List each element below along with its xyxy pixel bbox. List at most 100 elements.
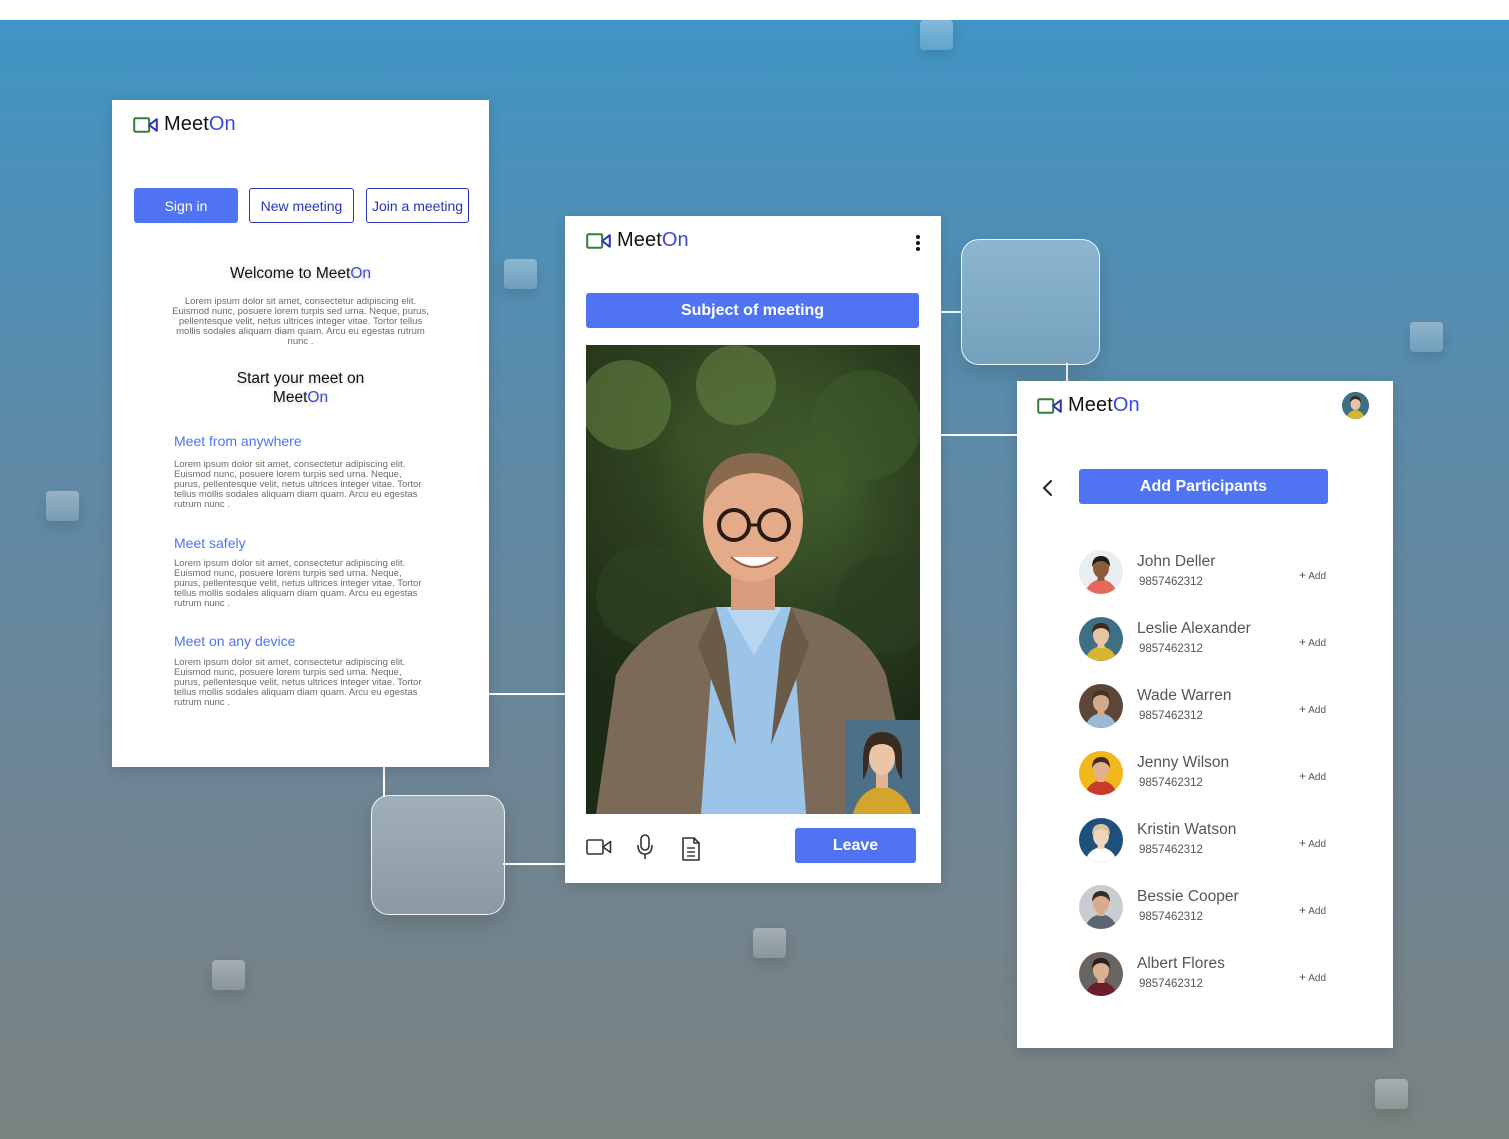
- participant-name: Kristin Watson: [1137, 821, 1237, 838]
- video-camera-logo-icon: [133, 116, 158, 133]
- participant-phone: 9857462312: [1139, 978, 1203, 990]
- meeting-subject-bar[interactable]: Subject of meeting: [586, 293, 919, 328]
- plus-icon: +: [1299, 903, 1307, 917]
- glass-panel: [371, 795, 505, 915]
- feature-title: Meet safely: [174, 535, 246, 551]
- connector-line: [383, 767, 385, 797]
- brand-name: MeetOn: [164, 113, 236, 135]
- plus-icon: +: [1299, 568, 1307, 582]
- decor-tile: [920, 20, 953, 50]
- participant-avatar-image: [1079, 684, 1123, 728]
- welcome-heading: Welcome to MeetOn: [229, 265, 371, 282]
- participant-phone: 9857462312: [1139, 844, 1203, 856]
- decor-tile: [1410, 322, 1443, 352]
- participant-name: Leslie Alexander: [1137, 620, 1251, 637]
- participant-avatar-image: [1079, 550, 1123, 594]
- plus-icon: +: [1299, 702, 1307, 716]
- participant-avatar: [1079, 751, 1123, 795]
- participant-avatar-image: [1079, 818, 1123, 862]
- meeting-screen: MeetOn Subject of meeting Leave: [565, 216, 941, 883]
- decor-tile: [504, 259, 537, 289]
- add-label: Add: [1308, 839, 1327, 850]
- feature-text: Lorem ipsum dolor sit amet, consectetur …: [174, 558, 422, 609]
- leave-button[interactable]: Leave: [795, 828, 916, 863]
- participant-avatar: [1079, 617, 1123, 661]
- participant-avatar: [1079, 952, 1123, 996]
- participant-phone: 9857462312: [1139, 576, 1203, 588]
- participant-row: Kristin Watson 9857462312 + Add: [1079, 818, 1339, 868]
- participant-avatar: [1079, 885, 1123, 929]
- participant-name: Jenny Wilson: [1137, 754, 1230, 771]
- brand-logo: MeetOn: [133, 113, 236, 136]
- self-video-image: [845, 720, 920, 814]
- feature-text: Lorem ipsum dolor sit amet, consectetur …: [174, 657, 422, 708]
- connector-line: [941, 434, 1017, 436]
- user-avatar[interactable]: [1342, 392, 1369, 419]
- feature-title: Meet from anywhere: [174, 433, 302, 449]
- connector-line: [489, 693, 565, 695]
- add-participant-button[interactable]: + Add: [1299, 836, 1326, 850]
- add-participant-button[interactable]: + Add: [1299, 769, 1326, 783]
- microphone-icon[interactable]: [636, 834, 654, 860]
- add-label: Add: [1308, 973, 1327, 984]
- participant-avatar: [1079, 684, 1123, 728]
- plus-icon: +: [1299, 970, 1307, 984]
- participant-phone: 9857462312: [1139, 777, 1203, 789]
- participant-row: Bessie Cooper 9857462312 + Add: [1079, 885, 1339, 935]
- decor-tile: [1375, 1079, 1408, 1109]
- welcome-text: Lorem ipsum dolor sit amet, consectetur …: [172, 296, 429, 347]
- participant-avatar-image: [1079, 751, 1123, 795]
- main-video-feed: [586, 345, 920, 814]
- brand-logo: MeetOn: [1037, 394, 1140, 417]
- decor-tile: [753, 928, 786, 958]
- participant-row: John Deller 9857462312 + Add: [1079, 550, 1339, 600]
- video-camera-logo-icon: [586, 232, 611, 249]
- decor-tile: [212, 960, 245, 990]
- participant-avatar: [1079, 550, 1123, 594]
- more-vertical-icon[interactable]: [914, 234, 922, 252]
- add-participant-button[interactable]: + Add: [1299, 970, 1326, 984]
- document-icon[interactable]: [681, 837, 701, 861]
- join-meeting-button[interactable]: Join a meeting: [366, 188, 469, 223]
- add-label: Add: [1308, 772, 1327, 783]
- feature-text: Lorem ipsum dolor sit amet, consectetur …: [174, 459, 422, 510]
- add-participants-title: Add Participants: [1079, 469, 1328, 504]
- sign-in-button[interactable]: Sign in: [134, 188, 238, 223]
- brand-name: MeetOn: [1068, 394, 1140, 416]
- brand-logo: MeetOn: [586, 229, 689, 252]
- home-screen: MeetOn Sign in New meeting Join a meetin…: [112, 100, 489, 767]
- video-camera-icon[interactable]: [586, 837, 612, 857]
- new-meeting-button[interactable]: New meeting: [249, 188, 354, 223]
- feature-title: Meet on any device: [174, 633, 296, 649]
- back-chevron-icon[interactable]: [1041, 479, 1053, 497]
- brand-name: MeetOn: [617, 229, 689, 251]
- add-participant-button[interactable]: + Add: [1299, 903, 1326, 917]
- connector-line: [1066, 363, 1068, 382]
- participant-name: John Deller: [1137, 553, 1216, 570]
- add-participant-button[interactable]: + Add: [1299, 568, 1326, 582]
- participant-name: Bessie Cooper: [1137, 888, 1239, 905]
- background-stage: MeetOn Sign in New meeting Join a meetin…: [0, 20, 1509, 1139]
- participant-avatar-image: [1079, 885, 1123, 929]
- participant-avatar-image: [1079, 617, 1123, 661]
- add-participant-button[interactable]: + Add: [1299, 702, 1326, 716]
- participant-row: Jenny Wilson 9857462312 + Add: [1079, 751, 1339, 801]
- decor-tile: [46, 491, 79, 521]
- participant-phone: 9857462312: [1139, 710, 1203, 722]
- add-label: Add: [1308, 638, 1327, 649]
- self-video-thumbnail[interactable]: [845, 720, 920, 814]
- participant-phone: 9857462312: [1139, 643, 1203, 655]
- add-participant-button[interactable]: + Add: [1299, 635, 1326, 649]
- connector-line: [941, 311, 961, 313]
- participants-screen: MeetOn Add Participants John Deller 98574…: [1017, 381, 1393, 1048]
- user-avatar-image: [1342, 392, 1369, 419]
- plus-icon: +: [1299, 635, 1307, 649]
- start-meet-heading: Start your meet on MeetOn: [236, 370, 365, 406]
- add-label: Add: [1308, 571, 1327, 582]
- glass-panel: [961, 239, 1100, 365]
- participant-avatar: [1079, 818, 1123, 862]
- participant-name: Wade Warren: [1137, 687, 1232, 704]
- connector-line: [503, 863, 565, 865]
- plus-icon: +: [1299, 769, 1307, 783]
- participant-row: Wade Warren 9857462312 + Add: [1079, 684, 1339, 734]
